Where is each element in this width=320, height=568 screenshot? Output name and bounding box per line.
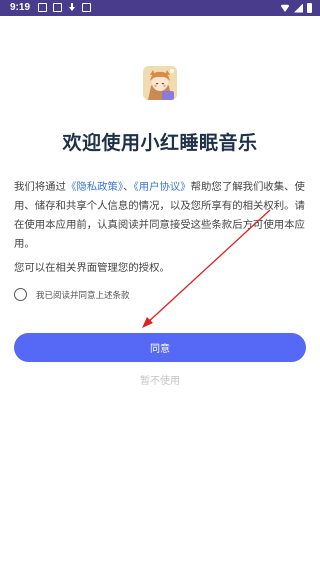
consent-row[interactable]: 我已阅读并同意上述条款 [14,288,130,301]
manage-authorization-text: 您可以在相关界面管理您的授权。 [14,262,170,274]
image-icon [53,3,62,12]
agreement-intro: 我们将通过 [14,181,66,193]
status-system-icons [280,3,312,13]
app-logo [143,66,177,100]
consent-checkbox[interactable] [14,288,27,301]
privacy-policy-link[interactable]: 《隐私政策》 [66,181,123,193]
status-notification-icons [38,3,91,13]
battery-icon [307,3,312,13]
annotation-arrow-head [142,317,153,328]
user-agreement-link[interactable]: 《用户协议》 [134,181,191,193]
status-time: 9:19 [10,2,31,13]
wifi-icon [280,4,290,12]
agreement-separator: 、 [123,181,134,193]
decline-button[interactable]: 暂不使用 [0,372,320,387]
download-icon [68,3,76,13]
app-logo-illustration [143,66,177,100]
font-icon [82,3,91,12]
signal-icon [294,3,303,13]
settings-icon [38,3,47,12]
status-bar: 9:19 [0,0,320,16]
agree-button[interactable]: 同意 [14,333,306,362]
welcome-title: 欢迎使用小红睡眠音乐 [62,132,258,154]
consent-label[interactable]: 我已阅读并同意上述条款 [36,289,130,301]
agreement-text: 我们将通过《隐私政策》、《用户协议》帮助您了解我们收集、使用、储存和共享个人信息… [14,178,307,254]
